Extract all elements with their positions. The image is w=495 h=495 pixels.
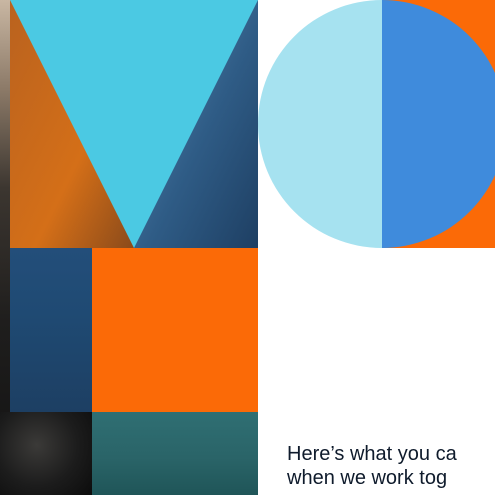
- teal-block: [92, 412, 258, 495]
- cyan-triangle-shape: [10, 0, 258, 248]
- blue-block: [10, 248, 92, 412]
- orange-block: [92, 248, 258, 412]
- circle-left-half: [258, 0, 382, 248]
- split-circle-graphic: [258, 0, 495, 248]
- tagline-text: Here’s what you ca when we work tog: [287, 443, 457, 489]
- dark-photo-block: [0, 412, 92, 495]
- circle-right-half: [382, 0, 495, 248]
